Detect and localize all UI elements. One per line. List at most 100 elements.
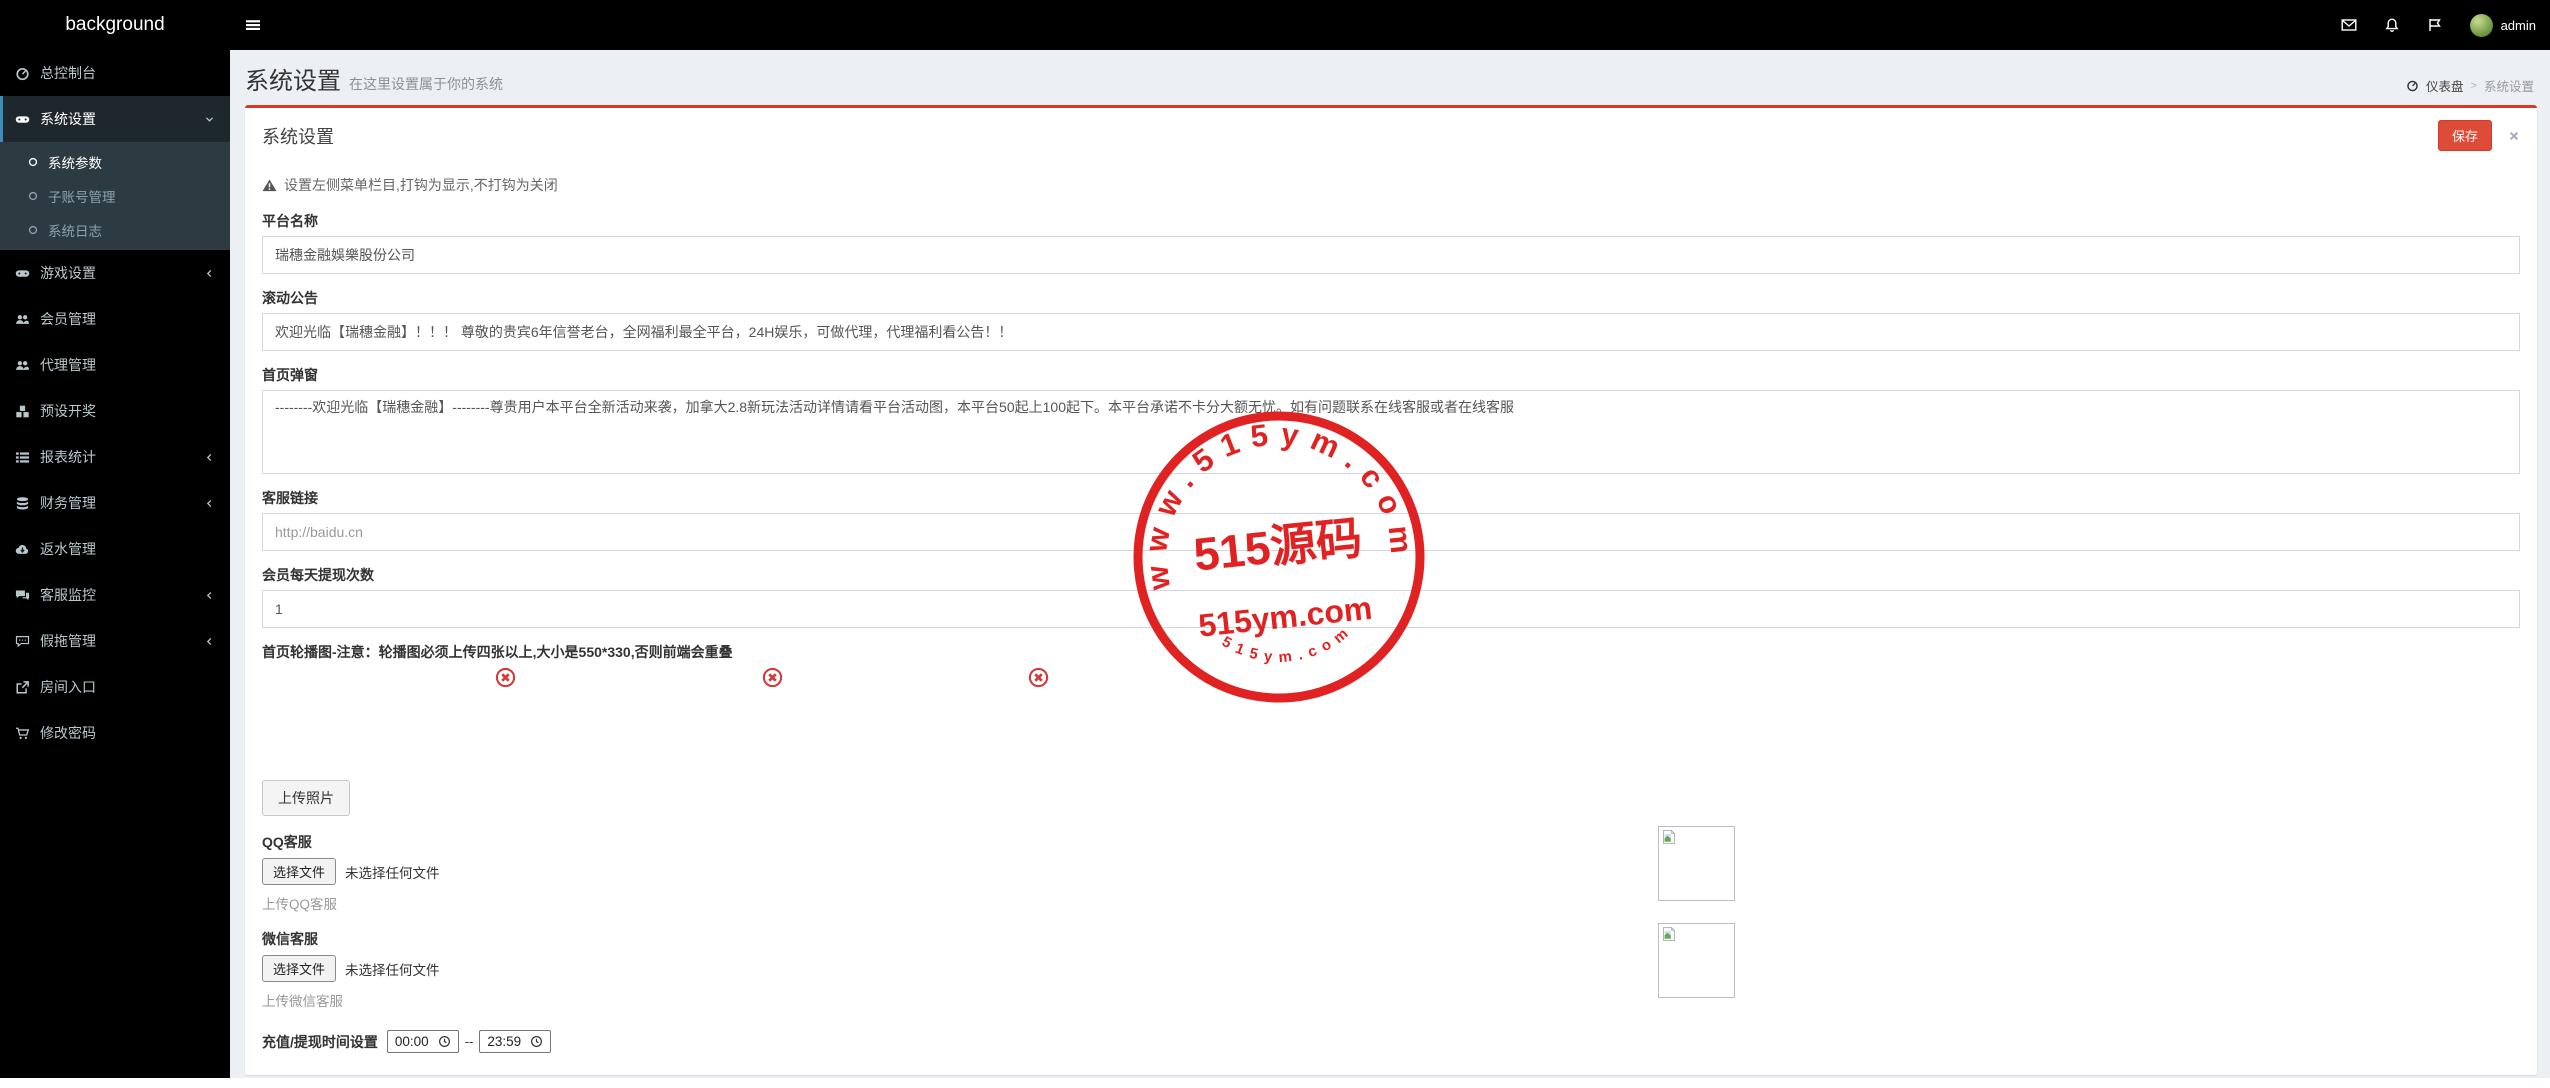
sidebar-item-service-monitor[interactable]: 客服监控 [0,572,230,618]
broken-image-icon [1661,926,1677,942]
scroll-notice-group: 滚动公告 [262,288,2520,351]
sidebar-subitem-label: 系统参数 [48,152,102,172]
wechat-choose-file-button[interactable]: 选择文件 [262,955,336,982]
chevron-left-icon [204,268,215,279]
sidebar-item-rebate[interactable]: 返水管理 [0,526,230,572]
breadcrumb-dashboard[interactable]: 仪表盘 [2426,76,2464,95]
brand-logo[interactable]: background [0,0,230,50]
time-end-input[interactable]: 23:59 [479,1030,551,1053]
sidebar-submenu-system: 系统参数 子账号管理 系统日志 [0,142,230,250]
wechat-service-group: 微信客服 选择文件 未选择任何文件 上传微信客服 [262,929,2520,1010]
time-separator: -- [465,1034,474,1049]
sidebar-subitem-subaccount[interactable]: 子账号管理 [0,179,230,213]
sidebar-subitem-system-params[interactable]: 系统参数 [0,145,230,179]
sidebar-item-members[interactable]: 会员管理 [0,296,230,342]
broken-image-icon [1661,829,1677,845]
hamburger-icon[interactable] [245,17,261,33]
comments-icon [15,588,30,603]
panel-title: 系统设置 [262,123,334,149]
time-setting-label: 充值/提现时间设置 [262,1032,378,1052]
sidebar-item-agents[interactable]: 代理管理 [0,342,230,388]
user-menu[interactable]: admin [2470,14,2536,37]
circle-icon [27,224,39,236]
delete-carousel-image-icon[interactable] [762,667,783,688]
delete-carousel-image-icon[interactable] [1028,667,1049,688]
page-title-text: 系统设置 [245,61,341,96]
service-link-input[interactable] [262,513,2520,551]
flag-icon[interactable] [2427,17,2443,33]
comment-icon [15,634,30,649]
warning-icon [262,178,277,193]
sidebar-item-room-entrance[interactable]: 房间入口 [0,664,230,710]
time-start-input[interactable]: 00:00 [387,1030,459,1053]
circle-icon [27,156,39,168]
service-link-label: 客服链接 [262,488,2520,508]
sidebar-item-finance[interactable]: 财务管理 [0,480,230,526]
main-content: 系统设置 在这里设置属于你的系统 仪表盘 > 系统设置 系统设置 保存 设置左侧… [230,50,2550,1078]
sidebar-item-label: 返水管理 [40,539,96,559]
panel-header: 系统设置 保存 [245,108,2537,161]
sidebar-item-label: 财务管理 [40,493,96,513]
recharge-withdraw-time-group: 充值/提现时间设置 00:00 -- 23:59 [262,1030,2520,1053]
qq-service-label: QQ客服 [262,832,2520,852]
wechat-service-label: 微信客服 [262,929,2520,949]
home-popup-group: 首页弹窗 --------欢迎光临【瑞穗金融】--------尊贵用户本平台全新… [262,365,2520,474]
messages-icon[interactable] [2341,17,2357,33]
sidebar-item-label: 游戏设置 [40,263,96,283]
qq-service-group: QQ客服 选择文件 未选择任何文件 上传QQ客服 [262,832,2520,913]
cloud-download-icon [15,542,30,557]
chevron-left-icon [204,590,215,601]
sidebar-subitem-label: 系统日志 [48,220,102,240]
cubes-icon [15,404,30,419]
sidebar-subitem-system-log[interactable]: 系统日志 [0,213,230,247]
sidebar-item-game-settings[interactable]: 游戏设置 [0,250,230,296]
sidebar: 总控制台 系统设置 系统参数 子账号管理 系统日志 游戏设置 [0,50,230,1078]
withdraw-times-input[interactable] [262,590,2520,628]
service-link-group: 客服链接 [262,488,2520,551]
sidebar-item-reports[interactable]: 报表统计 [0,434,230,480]
external-link-icon [15,680,30,695]
home-popup-textarea[interactable]: --------欢迎光临【瑞穗金融】--------尊贵用户本平台全新活动来袭，… [262,390,2520,474]
navbar-right: admin [2341,0,2536,50]
qq-file-status: 未选择任何文件 [345,862,440,882]
sidebar-item-label: 代理管理 [40,355,96,375]
chevron-down-icon [204,114,215,125]
breadcrumb-current: 系统设置 [2484,76,2534,95]
sidebar-item-label: 预设开奖 [40,401,96,421]
withdraw-times-group: 会员每天提现次数 [262,565,2520,628]
sidebar-item-label: 会员管理 [40,309,96,329]
qq-file-row: 选择文件 未选择任何文件 [262,858,2520,885]
sidebar-item-label: 假拖管理 [40,631,96,651]
sidebar-item-preset-lottery[interactable]: 预设开奖 [0,388,230,434]
carousel-images-area [262,662,2520,780]
time-start-value: 00:00 [395,1034,429,1049]
avatar [2470,14,2493,37]
save-button[interactable]: 保存 [2438,120,2492,151]
page-subtitle: 在这里设置属于你的系统 [349,74,503,94]
users-icon [15,312,30,327]
sidebar-item-dashboard[interactable]: 总控制台 [0,50,230,96]
sidebar-item-label: 房间入口 [40,677,96,697]
list-icon [15,450,30,465]
username: admin [2501,18,2536,33]
menu-warning-note: 设置左侧菜单栏目,打钩为显示,不打钩为关闭 [262,175,2520,195]
notifications-icon[interactable] [2384,17,2400,33]
scroll-notice-label: 滚动公告 [262,288,2520,308]
platform-name-input[interactable] [262,236,2520,274]
delete-carousel-image-icon[interactable] [495,667,516,688]
qq-choose-file-button[interactable]: 选择文件 [262,858,336,885]
chevron-left-icon [204,452,215,463]
collapse-icon[interactable] [2508,130,2520,142]
sidebar-item-fake-drag[interactable]: 假拖管理 [0,618,230,664]
scroll-notice-input[interactable] [262,313,2520,351]
chevron-left-icon [204,498,215,509]
upload-photo-button[interactable]: 上传照片 [262,780,350,816]
sidebar-item-label: 报表统计 [40,447,96,467]
cart-icon [15,726,30,741]
database-icon [15,496,30,511]
sidebar-item-change-password[interactable]: 修改密码 [0,710,230,756]
warning-text: 设置左侧菜单栏目,打钩为显示,不打钩为关闭 [284,175,558,195]
sidebar-item-system-settings[interactable]: 系统设置 [0,96,230,142]
wechat-image-preview [1658,923,1735,998]
settings-panel: 系统设置 保存 设置左侧菜单栏目,打钩为显示,不打钩为关闭 平台名称 滚动公告 [245,105,2537,1075]
